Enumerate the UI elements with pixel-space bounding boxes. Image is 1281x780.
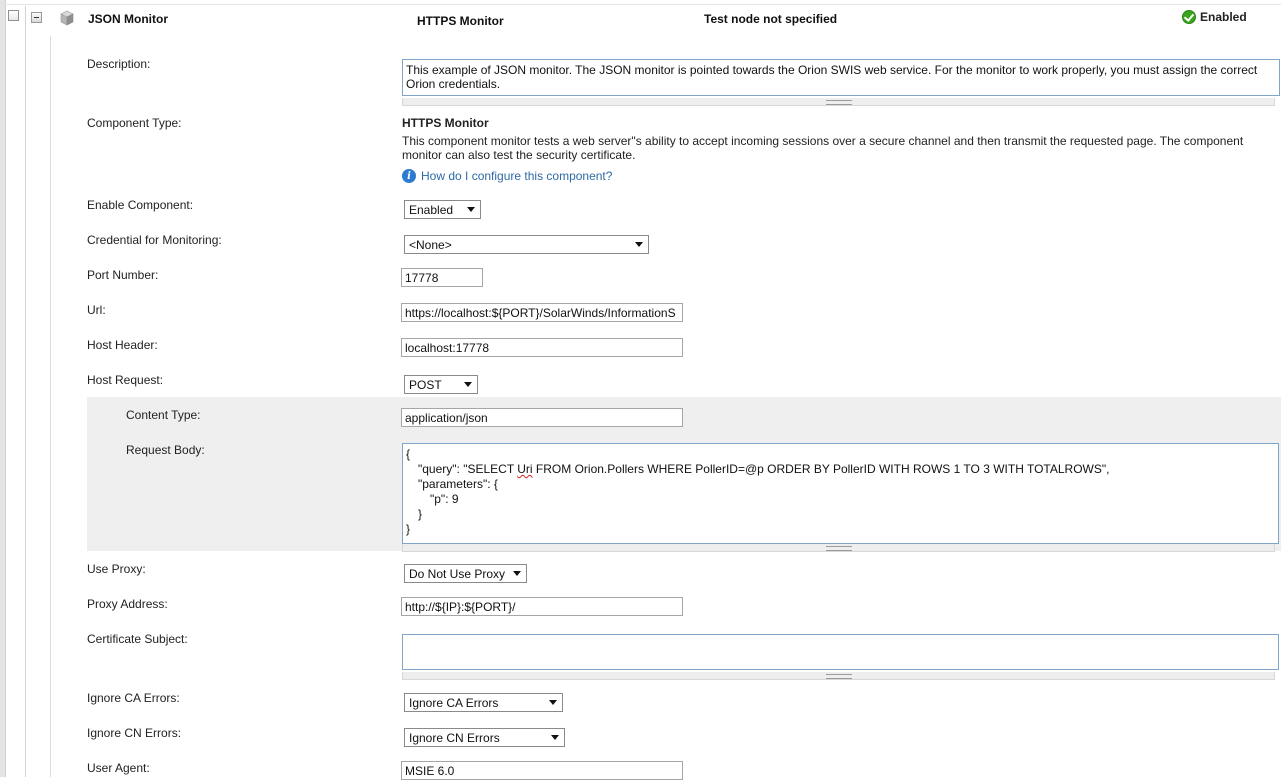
- status-text: Enabled: [1200, 10, 1247, 24]
- url-input[interactable]: https://localhost:${PORT}/SolarWinds/Inf…: [401, 303, 683, 322]
- host-request-label: Host Request:: [87, 373, 164, 387]
- use-proxy-select[interactable]: Do Not Use Proxy: [404, 564, 527, 583]
- content-type-input[interactable]: application/json: [401, 408, 683, 427]
- enable-component-select[interactable]: Enabled: [404, 200, 481, 219]
- body-text: FROM Orion.Pollers WHERE PollerID=@p ORD…: [532, 462, 1110, 476]
- request-body-resize-handle[interactable]: [402, 544, 1275, 552]
- monitor-type: HTTPS Monitor: [417, 14, 504, 28]
- dropdown-arrow-icon: [513, 571, 521, 576]
- enable-component-label: Enable Component:: [87, 198, 194, 212]
- host-header-input[interactable]: localhost:17778: [401, 338, 683, 357]
- body-line: "query": "SELECT Uri FROM Orion.Pollers …: [406, 462, 1109, 476]
- body-line: }: [418, 507, 423, 521]
- left-gutter: [0, 0, 6, 777]
- help-link-text[interactable]: How do I configure this component?: [421, 169, 612, 183]
- dropdown-arrow-icon: [464, 382, 472, 387]
- monitor-name[interactable]: JSON Monitor: [88, 12, 168, 26]
- dropdown-arrow-icon: [551, 735, 559, 740]
- ignore-ca-value: Ignore CA Errors: [409, 696, 499, 710]
- proxy-address-label: Proxy Address:: [87, 597, 168, 611]
- help-link[interactable]: i How do I configure this component?: [402, 169, 612, 183]
- check-circle-icon: [1182, 10, 1196, 24]
- select-row-checkbox[interactable]: [8, 10, 19, 21]
- user-agent-input[interactable]: MSIE 6.0: [401, 761, 683, 780]
- enable-component-value: Enabled: [409, 203, 454, 217]
- top-divider: [5, 4, 1281, 5]
- credential-value: <None>: [409, 238, 452, 252]
- host-request-select[interactable]: POST: [404, 375, 478, 394]
- port-label: Port Number:: [87, 268, 159, 282]
- body-line: {: [406, 447, 411, 461]
- description-resize-handle[interactable]: [402, 98, 1275, 106]
- ignore-ca-select[interactable]: Ignore CA Errors: [404, 693, 563, 712]
- dropdown-arrow-icon: [635, 242, 643, 247]
- description-textarea[interactable]: This example of JSON monitor. The JSON m…: [402, 59, 1280, 96]
- ignore-cn-value: Ignore CN Errors: [409, 731, 500, 745]
- proxy-address-input[interactable]: http://${IP}:${PORT}/: [401, 597, 683, 616]
- port-input[interactable]: 17778: [401, 268, 483, 287]
- test-node-status: Test node not specified: [704, 12, 838, 26]
- body-line: "p": 9: [430, 492, 459, 506]
- dropdown-arrow-icon: [549, 700, 557, 705]
- dropdown-arrow-icon: [467, 207, 475, 212]
- certificate-subject-resize-handle[interactable]: [402, 672, 1275, 680]
- request-body-textarea[interactable]: { "query": "SELECT Uri FROM Orion.Poller…: [402, 443, 1279, 544]
- info-icon: i: [402, 169, 416, 183]
- component-type-label: Component Type:: [87, 116, 182, 130]
- host-request-value: POST: [409, 378, 442, 392]
- component-type-title: HTTPS Monitor: [402, 116, 489, 130]
- spellcheck-word: Uri: [517, 462, 533, 476]
- url-label: Url:: [87, 303, 106, 317]
- collapse-icon[interactable]: [31, 12, 42, 23]
- body-line: "parameters": {: [418, 477, 498, 491]
- certificate-subject-textarea[interactable]: [402, 634, 1279, 670]
- use-proxy-label: Use Proxy:: [87, 562, 146, 576]
- description-label: Description:: [87, 57, 151, 71]
- ignore-cn-select[interactable]: Ignore CN Errors: [404, 728, 565, 747]
- body-text: "query": "SELECT: [418, 462, 518, 476]
- credential-select[interactable]: <None>: [404, 235, 649, 254]
- component-type-description: This component monitor tests a web serve…: [402, 134, 1244, 162]
- cube-icon: [60, 10, 74, 26]
- certificate-subject-label: Certificate Subject:: [87, 632, 188, 646]
- use-proxy-value: Do Not Use Proxy: [409, 567, 506, 581]
- panel-border: [50, 36, 51, 777]
- ignore-ca-label: Ignore CA Errors:: [87, 691, 180, 705]
- status-badge: Enabled: [1182, 9, 1247, 25]
- ignore-cn-label: Ignore CN Errors:: [87, 726, 182, 740]
- user-agent-label: User Agent:: [87, 761, 150, 775]
- credential-label: Credential for Monitoring:: [87, 233, 222, 247]
- content-type-label: Content Type:: [126, 408, 201, 422]
- request-body-label: Request Body:: [126, 443, 205, 457]
- row-indent-rule: [25, 6, 26, 777]
- host-header-label: Host Header:: [87, 338, 158, 352]
- body-line: }: [406, 522, 411, 536]
